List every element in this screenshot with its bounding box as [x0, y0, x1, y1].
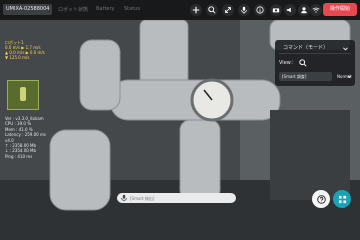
- status-label: Status: [124, 6, 140, 12]
- mic-icon: [241, 6, 247, 14]
- mic-icon[interactable]: [120, 194, 128, 202]
- camera-icon: [272, 8, 280, 13]
- question-icon: [316, 194, 326, 204]
- user-icon: [301, 7, 307, 14]
- chevron-down-icon[interactable]: [347, 74, 352, 79]
- telemetry-line: ▼ 125.0 m/s: [5, 55, 30, 60]
- add-button[interactable]: [190, 4, 202, 16]
- start-operation-button[interactable]: 操作開始: [323, 3, 357, 16]
- grid-icon: [338, 195, 346, 203]
- move-button[interactable]: [222, 4, 234, 16]
- search-button[interactable]: [206, 4, 218, 16]
- help-button[interactable]: [312, 190, 330, 208]
- speaker-icon: [286, 7, 291, 13]
- camera-button[interactable]: [270, 4, 282, 16]
- command-panel-header[interactable]: コマンド（モード）: [279, 44, 351, 54]
- view-label: View：: [279, 60, 296, 66]
- smart-detect-input[interactable]: [130, 193, 230, 203]
- device-id-badge: UMIXA-02588004: [3, 4, 53, 15]
- robot-status-label: ロボット状態: [58, 7, 89, 13]
- search-icon[interactable]: [299, 59, 307, 67]
- user-button[interactable]: [298, 4, 310, 16]
- battery-label: Battery: [96, 6, 115, 12]
- smart-detect-bar[interactable]: [117, 193, 236, 203]
- apps-button[interactable]: [333, 190, 351, 208]
- system-info: Ver : v3.3.0_itokam CPU : 39.0 % Mem : 4…: [5, 116, 65, 159]
- view-select[interactable]: [Smart 調査]: [279, 72, 332, 81]
- telemetry-overlay: ロボット1 0.0 m/s ▶ 1.7 m/s ▲ 0.0 m/s ▶ 0.0 …: [5, 40, 63, 66]
- wifi-button[interactable]: [310, 4, 322, 16]
- top-toolbar: UMIXA-02588004 ロボット状態 Battery Status 操作開…: [0, 0, 360, 20]
- command-panel-title: コマンド（モード）: [283, 45, 329, 51]
- mic-button[interactable]: [238, 4, 250, 16]
- search-icon: [208, 6, 216, 14]
- plus-icon: [192, 6, 200, 14]
- info-icon: [256, 6, 264, 14]
- minimap[interactable]: [7, 80, 39, 110]
- chevron-down-icon[interactable]: [342, 45, 349, 52]
- robot-marker-icon: [20, 87, 26, 101]
- command-panel: コマンド（モード） View： [Smart 調査] Normal: [275, 40, 355, 86]
- wifi-icon: [312, 7, 320, 13]
- info-button[interactable]: [254, 4, 266, 16]
- arrows-icon: [225, 7, 231, 13]
- speaker-button[interactable]: [284, 4, 296, 16]
- sys-info-line: Ping : 410 ms: [5, 153, 33, 159]
- view-select-row: [Smart 調査] Normal: [279, 72, 351, 82]
- view-row: View：: [279, 58, 351, 68]
